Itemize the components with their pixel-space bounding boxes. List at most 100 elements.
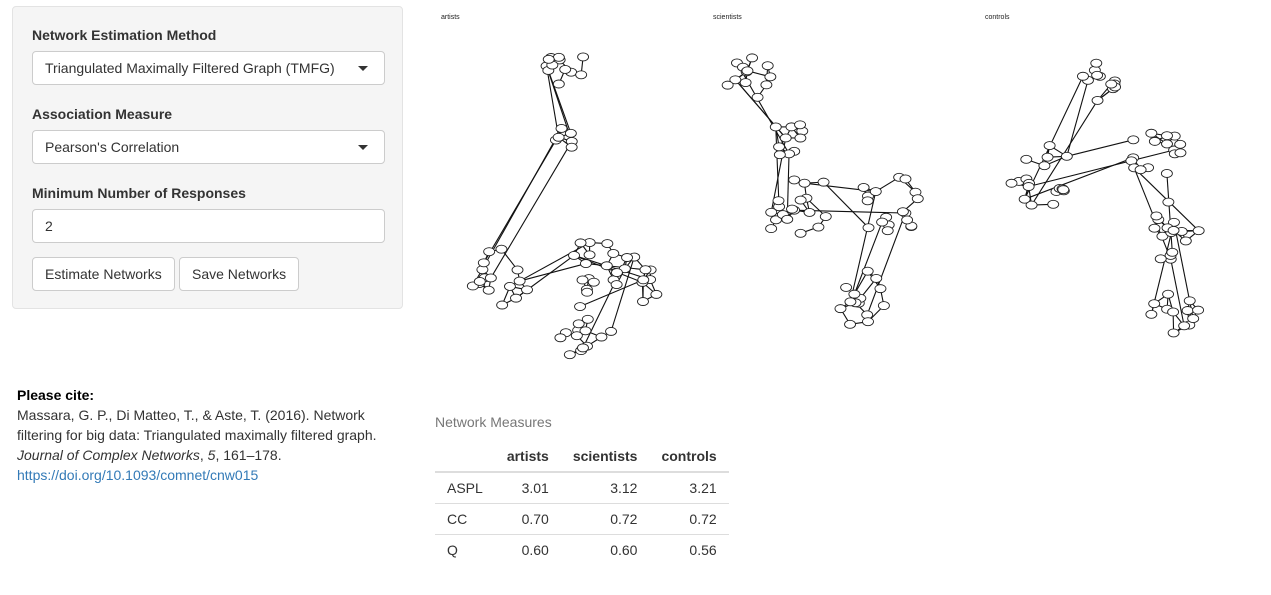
network-node	[721, 80, 734, 90]
network-node	[911, 194, 924, 204]
table-cell: 3.01	[521, 480, 549, 496]
network-node	[495, 244, 508, 254]
network-node	[819, 212, 832, 221]
table-cell: 0.60	[560, 534, 650, 565]
citation-doi-link[interactable]: https://doi.org/10.1093/comnet/cnw015	[17, 467, 258, 483]
network-graph-scientists	[721, 53, 924, 329]
network-node	[496, 300, 509, 310]
network-node	[760, 80, 773, 90]
network-node	[794, 133, 807, 143]
network-node	[788, 175, 801, 185]
network-node	[587, 277, 600, 287]
network-node	[555, 124, 568, 133]
network-node	[576, 275, 589, 285]
save-networks-button[interactable]: Save Networks	[179, 257, 300, 291]
network-node	[1154, 254, 1167, 264]
network-node	[876, 217, 889, 227]
estimate-networks-button[interactable]: Estimate Networks	[32, 257, 175, 291]
network-node	[1038, 161, 1051, 171]
network-node	[1162, 197, 1175, 207]
network-node	[862, 317, 874, 327]
network-node	[1105, 79, 1118, 89]
network-node	[600, 261, 613, 271]
network-graph-controls	[1005, 58, 1205, 338]
network-node	[473, 277, 486, 286]
network-node	[510, 293, 522, 303]
network-node	[639, 265, 652, 275]
network-node	[812, 222, 825, 232]
network-node	[650, 289, 663, 299]
network-node	[1167, 328, 1180, 338]
network-node	[1145, 309, 1158, 319]
method-select[interactable]: Triangulated Maximally Filtered Graph (T…	[32, 51, 385, 85]
network-edge	[1066, 139, 1134, 157]
network-node	[577, 52, 590, 62]
network-node	[773, 142, 786, 152]
min-responses-input[interactable]: 2	[32, 209, 385, 243]
network-node	[1047, 199, 1060, 209]
network-node	[1181, 306, 1194, 315]
plot-title-controls: controls	[985, 14, 1010, 21]
network-node	[764, 72, 777, 82]
network-node	[637, 297, 649, 306]
network-node	[1148, 136, 1161, 146]
column-header: artists	[494, 441, 561, 473]
network-node	[1148, 299, 1161, 309]
network-node	[1022, 182, 1035, 191]
network-node	[511, 265, 524, 275]
network-node	[1020, 154, 1033, 164]
network-node	[1161, 139, 1173, 149]
network-node	[741, 66, 754, 76]
network-node	[521, 285, 533, 295]
network-nodes	[466, 52, 663, 360]
network-node	[503, 281, 516, 291]
network-node	[794, 228, 807, 238]
association-label: Association Measure	[32, 106, 173, 122]
network-node	[637, 275, 650, 285]
network-node	[574, 302, 587, 311]
table-cell: 0.60	[494, 534, 561, 565]
network-node	[861, 266, 874, 276]
network-edge	[849, 191, 877, 302]
plot-title-scientists: scientists	[713, 14, 742, 21]
network-node	[1091, 95, 1104, 105]
network-edge	[490, 141, 573, 279]
network-node	[482, 285, 495, 295]
method-label: Network Estimation Method	[32, 27, 217, 43]
caret-down-icon	[358, 66, 368, 71]
network-node	[570, 331, 583, 341]
citation-heading: Please cite:	[17, 387, 95, 403]
network-node	[779, 133, 792, 143]
network-node	[761, 61, 774, 71]
table-header-row: artists scientists controls	[435, 441, 729, 473]
network-node	[1166, 247, 1179, 257]
network-node	[874, 284, 887, 294]
network-nodes	[721, 53, 924, 329]
network-node	[857, 182, 870, 192]
network-node	[1090, 58, 1103, 68]
row-label: ASPL	[447, 480, 483, 496]
network-node	[572, 319, 585, 329]
network-node	[840, 282, 853, 292]
network-node	[1005, 178, 1018, 188]
network-plot-controls: controls	[979, 10, 1251, 370]
citation-pages: , 161–178.	[215, 447, 282, 463]
network-node	[565, 142, 578, 152]
network-node	[1018, 194, 1031, 204]
network-node	[848, 289, 861, 299]
network-node	[1161, 131, 1173, 141]
network-node	[595, 332, 608, 342]
network-node	[579, 259, 592, 268]
citation-text: Massara, G. P., Di Matteo, T., & Aste, T…	[17, 407, 377, 463]
network-node	[1091, 70, 1104, 80]
network-plot-artists: artists	[435, 10, 707, 370]
network-node	[477, 258, 490, 268]
network-node	[1127, 135, 1140, 145]
network-node	[1192, 305, 1205, 315]
association-select[interactable]: Pearson's Correlation	[32, 130, 385, 164]
network-node	[1162, 289, 1175, 299]
network-node	[1174, 148, 1187, 158]
row-label: CC	[435, 503, 495, 535]
network-node	[773, 150, 786, 160]
network-node	[484, 273, 497, 283]
